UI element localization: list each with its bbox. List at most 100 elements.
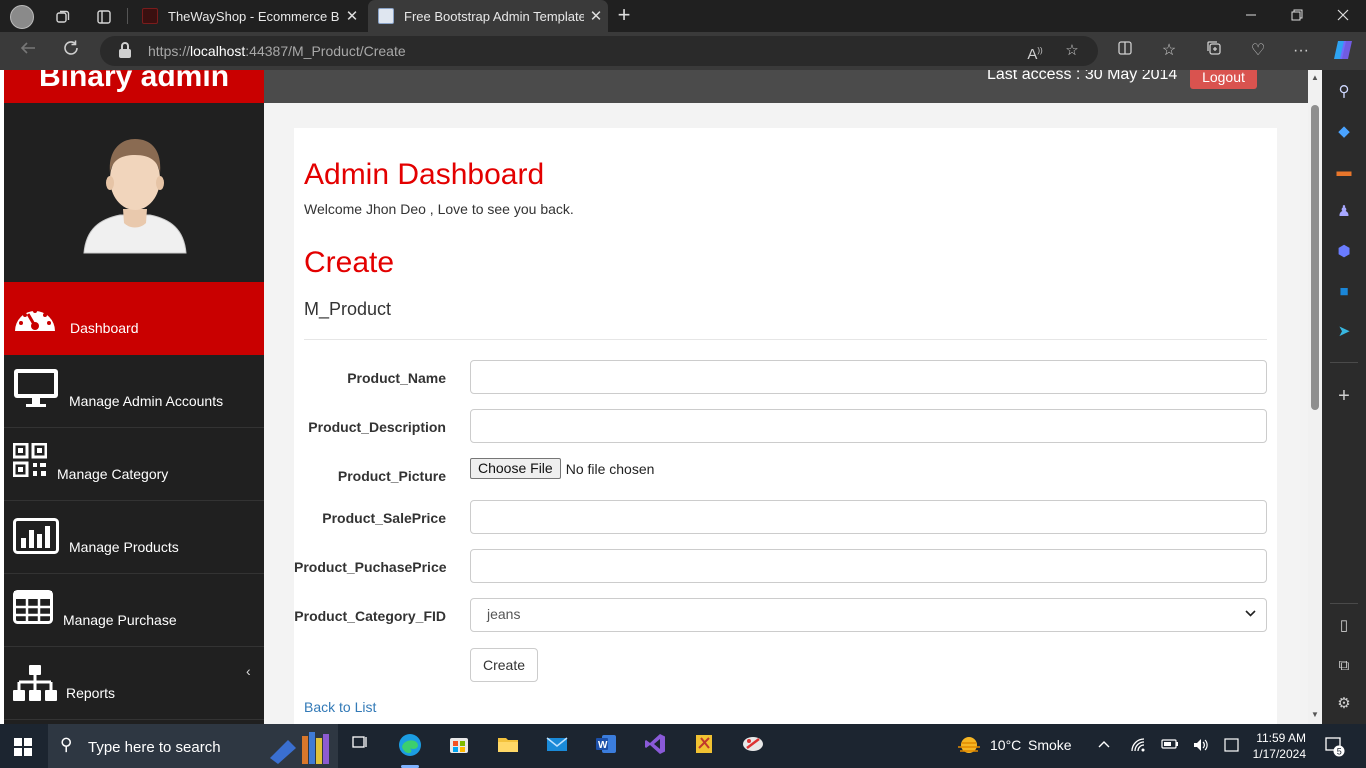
notification-count: 5: [1337, 747, 1342, 757]
tools-icon[interactable]: ▬: [1334, 162, 1354, 182]
page-wrapper: Admin Dashboard Welcome Jhon Deo , Love …: [264, 103, 1308, 724]
favorites-icon[interactable]: ☆: [1158, 40, 1180, 62]
document-favicon-icon: [378, 8, 394, 24]
dashboard-icon: [15, 309, 55, 331]
product-saleprice-input[interactable]: [470, 500, 1267, 534]
welcome-message: Welcome Jhon Deo , Love to see you back.: [304, 201, 574, 217]
edge-browser-icon[interactable]: [396, 732, 424, 760]
more-menu-icon[interactable]: ···: [1290, 40, 1312, 62]
word-icon[interactable]: W: [592, 732, 620, 760]
scroll-up-arrow-icon[interactable]: ▲: [1310, 73, 1320, 82]
snipping-tool-icon[interactable]: [739, 732, 767, 760]
close-window-icon[interactable]: [1320, 0, 1366, 32]
lock-icon: [118, 42, 132, 58]
logout-button[interactable]: Logout: [1190, 70, 1257, 89]
sidebar-item-manage-products[interactable]: Manage Products: [4, 501, 264, 574]
weather-description[interactable]: Smoke: [1028, 737, 1072, 753]
sidebar-item-dashboard[interactable]: Dashboard: [4, 282, 264, 355]
sidebar-item-label: Manage Purchase: [63, 612, 177, 628]
windows-start-icon[interactable]: [14, 738, 32, 756]
read-aloud-icon[interactable]: A)): [1025, 41, 1045, 63]
open-external-icon[interactable]: ⧉: [1334, 656, 1354, 676]
volume-icon[interactable]: [1192, 737, 1210, 756]
brand-logo[interactable]: Binary admin: [4, 70, 264, 103]
sidebar-item-reports[interactable]: Reports: [4, 647, 264, 720]
sidebar-item-label: Manage Products: [69, 539, 179, 555]
back-to-list-link[interactable]: Back to List: [304, 699, 376, 715]
favorite-star-icon[interactable]: ☆: [1062, 41, 1082, 61]
url-text[interactable]: https://localhost:44387/M_Product/Create: [148, 43, 406, 59]
page-heading: Admin Dashboard: [304, 158, 545, 191]
tab-admin-template[interactable]: Free Bootstrap Admin Template : ✕: [368, 0, 608, 32]
taskbar-search-box[interactable]: ⚲ Type here to search: [48, 724, 338, 768]
workspaces-icon[interactable]: [52, 6, 74, 28]
minimize-icon[interactable]: [1228, 0, 1274, 32]
refresh-icon[interactable]: [58, 39, 84, 63]
system-clock[interactable]: 11:59 AM 1/17/2024: [1228, 730, 1306, 762]
weather-icon[interactable]: [956, 734, 982, 759]
sidebar-divider: [1330, 603, 1358, 604]
tab-theway-shop[interactable]: TheWayShop - Ecommerce Bootstrap ✕: [132, 0, 364, 32]
battery-icon[interactable]: [1161, 737, 1179, 754]
outlook-icon[interactable]: ■: [1334, 282, 1354, 302]
split-screen-icon[interactable]: [1114, 40, 1136, 62]
browser-essentials-icon[interactable]: ♡: [1247, 40, 1269, 62]
product-category-select[interactable]: jeans: [470, 598, 1267, 632]
sidebar-item-manage-category[interactable]: Manage Category: [4, 428, 264, 501]
product-picture-file-input[interactable]: Choose File No file chosen: [470, 458, 654, 479]
back-arrow-icon[interactable]: [15, 39, 41, 63]
send-icon[interactable]: ➤: [1334, 322, 1354, 342]
sidebar-item-label: Dashboard: [70, 320, 139, 336]
collapse-chevron-icon[interactable]: ‹: [246, 663, 251, 679]
tab-actions-icon[interactable]: [93, 6, 115, 28]
sidebar-item-label: Reports: [66, 685, 116, 701]
copilot-icon[interactable]: [1331, 38, 1353, 60]
tab-separator: [127, 8, 128, 24]
close-tab-icon[interactable]: ✕: [340, 7, 364, 25]
close-tab-icon[interactable]: ✕: [584, 7, 608, 25]
sidebar-panel-icon[interactable]: ▯: [1334, 616, 1354, 636]
create-button[interactable]: Create: [470, 648, 538, 682]
collections-icon[interactable]: [1203, 40, 1225, 62]
product-name-input[interactable]: [470, 360, 1267, 394]
product-purchaseprice-input[interactable]: [470, 549, 1267, 583]
divider: [304, 339, 1267, 340]
scrollbar-thumb[interactable]: [1311, 105, 1319, 410]
product-description-input[interactable]: [470, 409, 1267, 443]
search-icon: ⚲: [60, 735, 73, 754]
windows-taskbar: ⚲ Type here to search W 10°C Smoke 11:59…: [0, 724, 1366, 768]
form-title: Create: [304, 246, 395, 279]
scroll-down-arrow-icon[interactable]: ▼: [1310, 710, 1320, 719]
sidebar-nav: Dashboard Manage Admin Accounts Manage C…: [4, 103, 264, 724]
tab-title: Free Bootstrap Admin Template :: [404, 8, 584, 24]
mail-icon[interactable]: [543, 732, 571, 760]
shopping-tag-icon[interactable]: ◆: [1334, 122, 1354, 142]
add-icon[interactable]: +: [1334, 386, 1354, 406]
network-icon[interactable]: [1130, 737, 1146, 756]
visual-studio-icon[interactable]: [641, 732, 669, 760]
search-icon[interactable]: ⚲: [1334, 82, 1354, 102]
page-scrollbar[interactable]: ▲ ▼: [1308, 70, 1322, 724]
selected-option: jeans: [487, 606, 521, 622]
choose-file-button[interactable]: Choose File: [470, 458, 561, 479]
address-bar[interactable]: https://localhost:44387/M_Product/Create…: [100, 36, 1098, 66]
top-navbar: Binary admin Last access : 30 May 2014 L…: [4, 70, 1308, 103]
microsoft-365-icon[interactable]: ⬢: [1334, 242, 1354, 262]
file-explorer-icon[interactable]: [494, 732, 522, 760]
task-view-icon[interactable]: [346, 732, 374, 760]
search-highlight-books-icon: [270, 732, 329, 764]
product-name-label: Product_Name: [347, 370, 446, 386]
sidebar-item-manage-purchase[interactable]: Manage Purchase: [4, 574, 264, 647]
games-icon[interactable]: ♟: [1334, 202, 1354, 222]
weather-temperature[interactable]: 10°C: [990, 737, 1021, 753]
new-tab-button[interactable]: +: [612, 4, 636, 28]
sidebar-item-manage-admin-accounts[interactable]: Manage Admin Accounts: [4, 355, 264, 428]
profile-avatar[interactable]: [10, 5, 34, 29]
sql-tool-icon[interactable]: [690, 732, 718, 760]
favicon-icon: [142, 8, 158, 24]
restore-icon[interactable]: [1274, 0, 1320, 32]
notifications-icon[interactable]: 5: [1324, 735, 1346, 760]
show-hidden-icons-chevron-icon[interactable]: [1097, 737, 1111, 754]
microsoft-store-icon[interactable]: [445, 732, 473, 760]
settings-gear-icon[interactable]: ⚙: [1334, 694, 1354, 714]
